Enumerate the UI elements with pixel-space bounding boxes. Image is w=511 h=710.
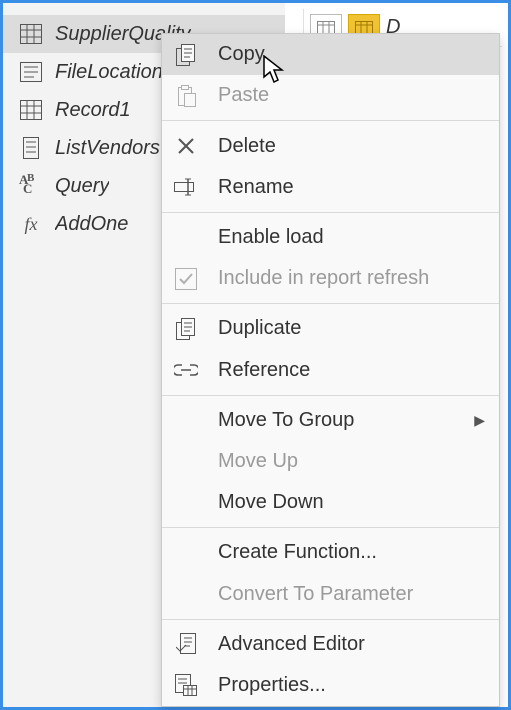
- chevron-right-icon: ▶: [474, 412, 485, 429]
- query-label: Query: [55, 175, 109, 198]
- menu-label: Advanced Editor: [218, 633, 485, 656]
- menu-separator: [162, 619, 499, 620]
- blank-icon: [172, 447, 200, 475]
- list-icon: [19, 136, 43, 160]
- copy-icon: [172, 41, 200, 69]
- menu-label: Rename: [218, 176, 485, 199]
- parameter-icon: [19, 60, 43, 84]
- menu-item-move-down[interactable]: Move Down: [162, 482, 499, 523]
- menu-separator: [162, 527, 499, 528]
- menu-item-duplicate[interactable]: Duplicate: [162, 308, 499, 349]
- query-label: FileLocation: [55, 61, 163, 84]
- blank-icon: [172, 406, 200, 434]
- menu-label: Paste: [218, 84, 485, 107]
- table-icon: [19, 98, 43, 122]
- blank-icon: [172, 580, 200, 608]
- fx-icon: fx: [19, 212, 43, 236]
- blank-icon: [172, 539, 200, 567]
- menu-item-convert-to-parameter: Convert To Parameter: [162, 573, 499, 614]
- menu-label: Properties...: [218, 674, 485, 697]
- menu-item-create-function[interactable]: Create Function...: [162, 532, 499, 573]
- table-icon: [19, 22, 43, 46]
- link-icon: [172, 356, 200, 384]
- paste-icon: [172, 82, 200, 110]
- menu-item-copy[interactable]: Copy: [162, 34, 499, 75]
- menu-label: Move Down: [218, 491, 485, 514]
- blank-icon: [172, 489, 200, 517]
- menu-item-advanced-editor[interactable]: Advanced Editor: [162, 624, 499, 665]
- menu-label: Create Function...: [218, 541, 485, 564]
- rename-icon: [172, 173, 200, 201]
- menu-item-rename[interactable]: Rename: [162, 167, 499, 208]
- check-icon: [172, 265, 200, 293]
- properties-icon: [172, 671, 200, 699]
- delete-x-icon: [172, 132, 200, 160]
- menu-label: Copy: [218, 43, 485, 66]
- copy-icon: [172, 315, 200, 343]
- menu-label: Move To Group: [218, 409, 456, 432]
- menu-label: Reference: [218, 359, 485, 382]
- menu-item-enable-load[interactable]: Enable load: [162, 217, 499, 258]
- editor-icon: [172, 630, 200, 658]
- menu-separator: [162, 212, 499, 213]
- menu-label: Convert To Parameter: [218, 583, 485, 606]
- context-menu: Copy Paste Delete Rename Enable load: [161, 33, 500, 707]
- abc-icon: A B C: [19, 174, 43, 198]
- menu-label: Delete: [218, 135, 485, 158]
- menu-item-paste: Paste: [162, 75, 499, 116]
- menu-label: Enable load: [218, 226, 485, 249]
- menu-item-reference[interactable]: Reference: [162, 349, 499, 390]
- menu-item-properties[interactable]: Properties...: [162, 665, 499, 706]
- query-label: ListVendors: [55, 137, 160, 160]
- query-label: Record1: [55, 99, 131, 122]
- menu-item-include-in-refresh: Include in report refresh: [162, 258, 499, 299]
- menu-item-delete[interactable]: Delete: [162, 125, 499, 166]
- menu-label: Include in report refresh: [218, 267, 485, 290]
- menu-separator: [162, 120, 499, 121]
- blank-icon: [172, 223, 200, 251]
- menu-separator: [162, 395, 499, 396]
- menu-separator: [162, 303, 499, 304]
- query-label: AddOne: [55, 213, 128, 236]
- menu-item-move-up: Move Up: [162, 441, 499, 482]
- screenshot-frame: SupplierQuality FileLocation Record1 Lis…: [0, 0, 511, 710]
- menu-item-move-to-group[interactable]: Move To Group ▶: [162, 400, 499, 441]
- menu-label: Duplicate: [218, 317, 485, 340]
- menu-label: Move Up: [218, 450, 485, 473]
